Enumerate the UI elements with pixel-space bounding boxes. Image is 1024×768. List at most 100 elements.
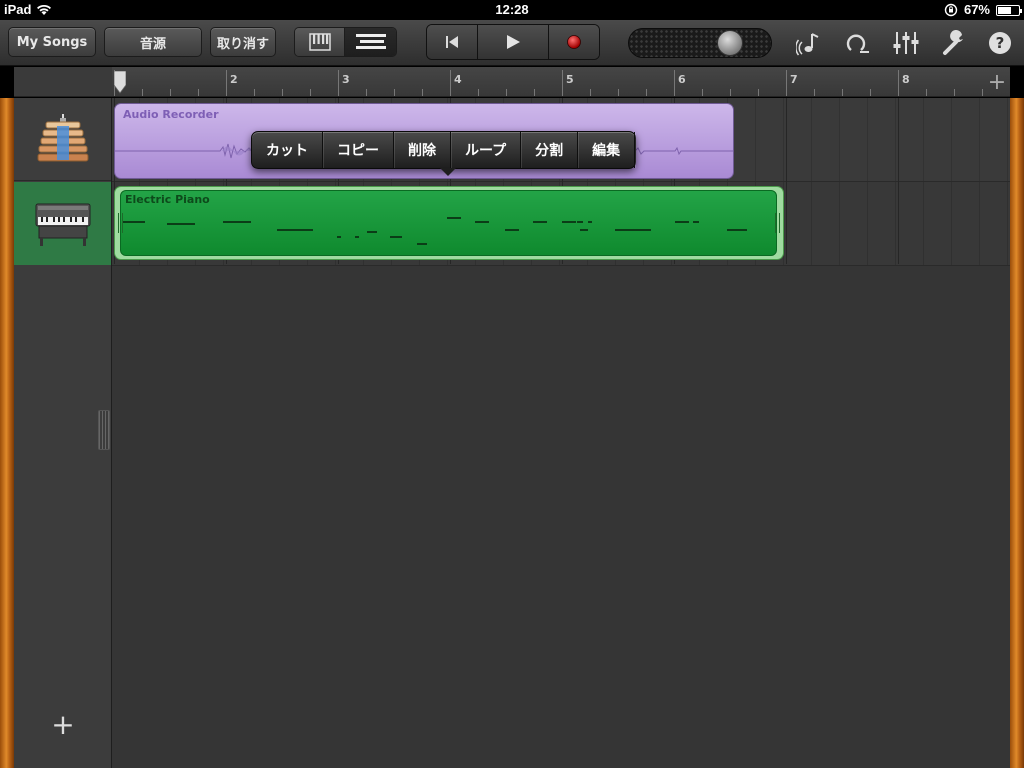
track-header-electric-piano[interactable] bbox=[14, 182, 111, 265]
ruler-beat-tick bbox=[394, 89, 395, 96]
left-wood-panel bbox=[0, 98, 14, 768]
context-menu-delete[interactable]: 削除 bbox=[394, 132, 451, 168]
battery-percent: 67% bbox=[963, 2, 990, 17]
ruler-beat-tick bbox=[982, 89, 983, 96]
context-menu-cut[interactable]: カット bbox=[252, 132, 323, 168]
ruler-beat-tick bbox=[198, 89, 199, 96]
status-time: 12:28 bbox=[495, 2, 529, 17]
tracks-view-button[interactable] bbox=[345, 28, 396, 56]
context-menu-edit[interactable]: 編集 bbox=[578, 132, 636, 168]
midi-note bbox=[447, 217, 461, 219]
timeline-ruler[interactable]: + 12345678 bbox=[112, 67, 1010, 97]
context-menu-copy[interactable]: コピー bbox=[323, 132, 394, 168]
metronome-button[interactable] bbox=[795, 28, 825, 58]
ruler-beat-tick bbox=[170, 89, 171, 96]
midi-note bbox=[390, 236, 402, 238]
toolbar: My Songs 音源 取り消す ? bbox=[0, 20, 1024, 66]
ruler-beat-tick bbox=[730, 89, 731, 96]
orientation-lock-icon bbox=[944, 3, 958, 16]
loop-icon bbox=[846, 34, 869, 53]
help-icon: ? bbox=[989, 32, 1011, 54]
tracks-view-icon bbox=[355, 34, 386, 49]
ruler-bar-tick bbox=[562, 70, 563, 96]
ruler-beat-tick bbox=[310, 89, 311, 96]
ruler-bar-number: 2 bbox=[230, 73, 238, 86]
status-bar: iPad 12:28 67% bbox=[0, 0, 1024, 20]
view-mode-toggle bbox=[294, 27, 397, 57]
instruments-button[interactable]: 音源 bbox=[104, 27, 202, 57]
ruler-bar-number: 7 bbox=[790, 73, 798, 86]
ruler-bar-number: 8 bbox=[902, 73, 910, 86]
go-to-start-icon bbox=[446, 36, 458, 48]
region-label: Electric Piano bbox=[125, 193, 210, 206]
ruler-bar-tick bbox=[898, 70, 899, 96]
midi-note bbox=[580, 229, 588, 231]
svg-text:?: ? bbox=[996, 34, 1005, 52]
wrench-icon bbox=[943, 30, 963, 55]
add-section-button[interactable]: + bbox=[984, 69, 1010, 95]
keyboard-view-button[interactable] bbox=[295, 28, 346, 56]
midi-region-body bbox=[120, 190, 777, 256]
record-icon bbox=[567, 35, 581, 49]
electric-piano-region[interactable]: Electric Piano bbox=[114, 186, 784, 260]
region-left-trim-handle[interactable] bbox=[118, 213, 123, 233]
ruler-bar-tick bbox=[674, 70, 675, 96]
ruler-beat-tick bbox=[254, 89, 255, 96]
midi-note bbox=[727, 229, 747, 231]
midi-note bbox=[223, 221, 245, 223]
midi-note bbox=[417, 243, 427, 245]
add-track-button[interactable]: + bbox=[48, 710, 78, 740]
undo-button[interactable]: 取り消す bbox=[210, 27, 276, 57]
midi-note bbox=[615, 229, 651, 231]
midi-note bbox=[533, 221, 547, 223]
ruler-bar-number: 6 bbox=[678, 73, 686, 86]
ruler-beat-tick bbox=[954, 89, 955, 96]
record-button[interactable] bbox=[549, 25, 599, 59]
electric-piano-icon bbox=[35, 203, 90, 246]
track-header-audio-recorder[interactable] bbox=[14, 98, 111, 181]
master-volume-slider[interactable] bbox=[628, 28, 772, 58]
right-wood-panel bbox=[1010, 98, 1024, 768]
track-column-resize-handle[interactable] bbox=[98, 410, 110, 450]
mixer-icon bbox=[893, 32, 919, 54]
ruler-bar-number: 4 bbox=[454, 73, 462, 86]
help-button[interactable]: ? bbox=[985, 28, 1015, 58]
ruler-beat-tick bbox=[422, 89, 423, 96]
midi-note bbox=[243, 221, 251, 223]
midi-note bbox=[355, 236, 359, 238]
settings-button[interactable] bbox=[940, 28, 970, 58]
ruler-bar-number: 5 bbox=[566, 73, 574, 86]
ruler-beat-tick bbox=[842, 89, 843, 96]
ruler-beat-tick bbox=[618, 89, 619, 96]
ruler-beat-tick bbox=[870, 89, 871, 96]
region-label: Audio Recorder bbox=[123, 108, 219, 121]
region-right-trim-handle[interactable] bbox=[775, 213, 780, 233]
ruler-beat-tick bbox=[758, 89, 759, 96]
arrangement-area[interactable]: Audio Recorder Electric Piano bbox=[112, 98, 1010, 768]
ruler-bar-tick bbox=[338, 70, 339, 96]
ruler-corner bbox=[14, 67, 112, 97]
transport-controls bbox=[426, 24, 600, 60]
go-to-start-button[interactable] bbox=[427, 25, 478, 59]
ruler-beat-tick bbox=[282, 89, 283, 96]
metronome-icon bbox=[796, 33, 819, 56]
midi-note bbox=[577, 221, 583, 223]
volume-knob[interactable] bbox=[717, 30, 743, 56]
context-menu-split[interactable]: 分割 bbox=[521, 132, 579, 168]
playhead[interactable] bbox=[114, 71, 126, 97]
ruler-bar-number: 3 bbox=[342, 73, 350, 86]
midi-note bbox=[137, 221, 145, 223]
mixer-button[interactable] bbox=[891, 28, 921, 58]
loop-button[interactable] bbox=[842, 28, 872, 58]
ruler-beat-tick bbox=[646, 89, 647, 96]
play-button[interactable] bbox=[478, 25, 549, 59]
midi-note bbox=[277, 229, 313, 231]
bar-grid-line bbox=[898, 98, 899, 264]
keyboard-view-icon bbox=[308, 33, 331, 51]
ruler-beat-tick bbox=[534, 89, 535, 96]
battery-icon bbox=[996, 4, 1022, 16]
my-songs-button[interactable]: My Songs bbox=[8, 27, 96, 57]
ruler-bar-tick bbox=[786, 70, 787, 96]
ruler-beat-tick bbox=[590, 89, 591, 96]
context-menu-loop[interactable]: ループ bbox=[451, 132, 522, 168]
